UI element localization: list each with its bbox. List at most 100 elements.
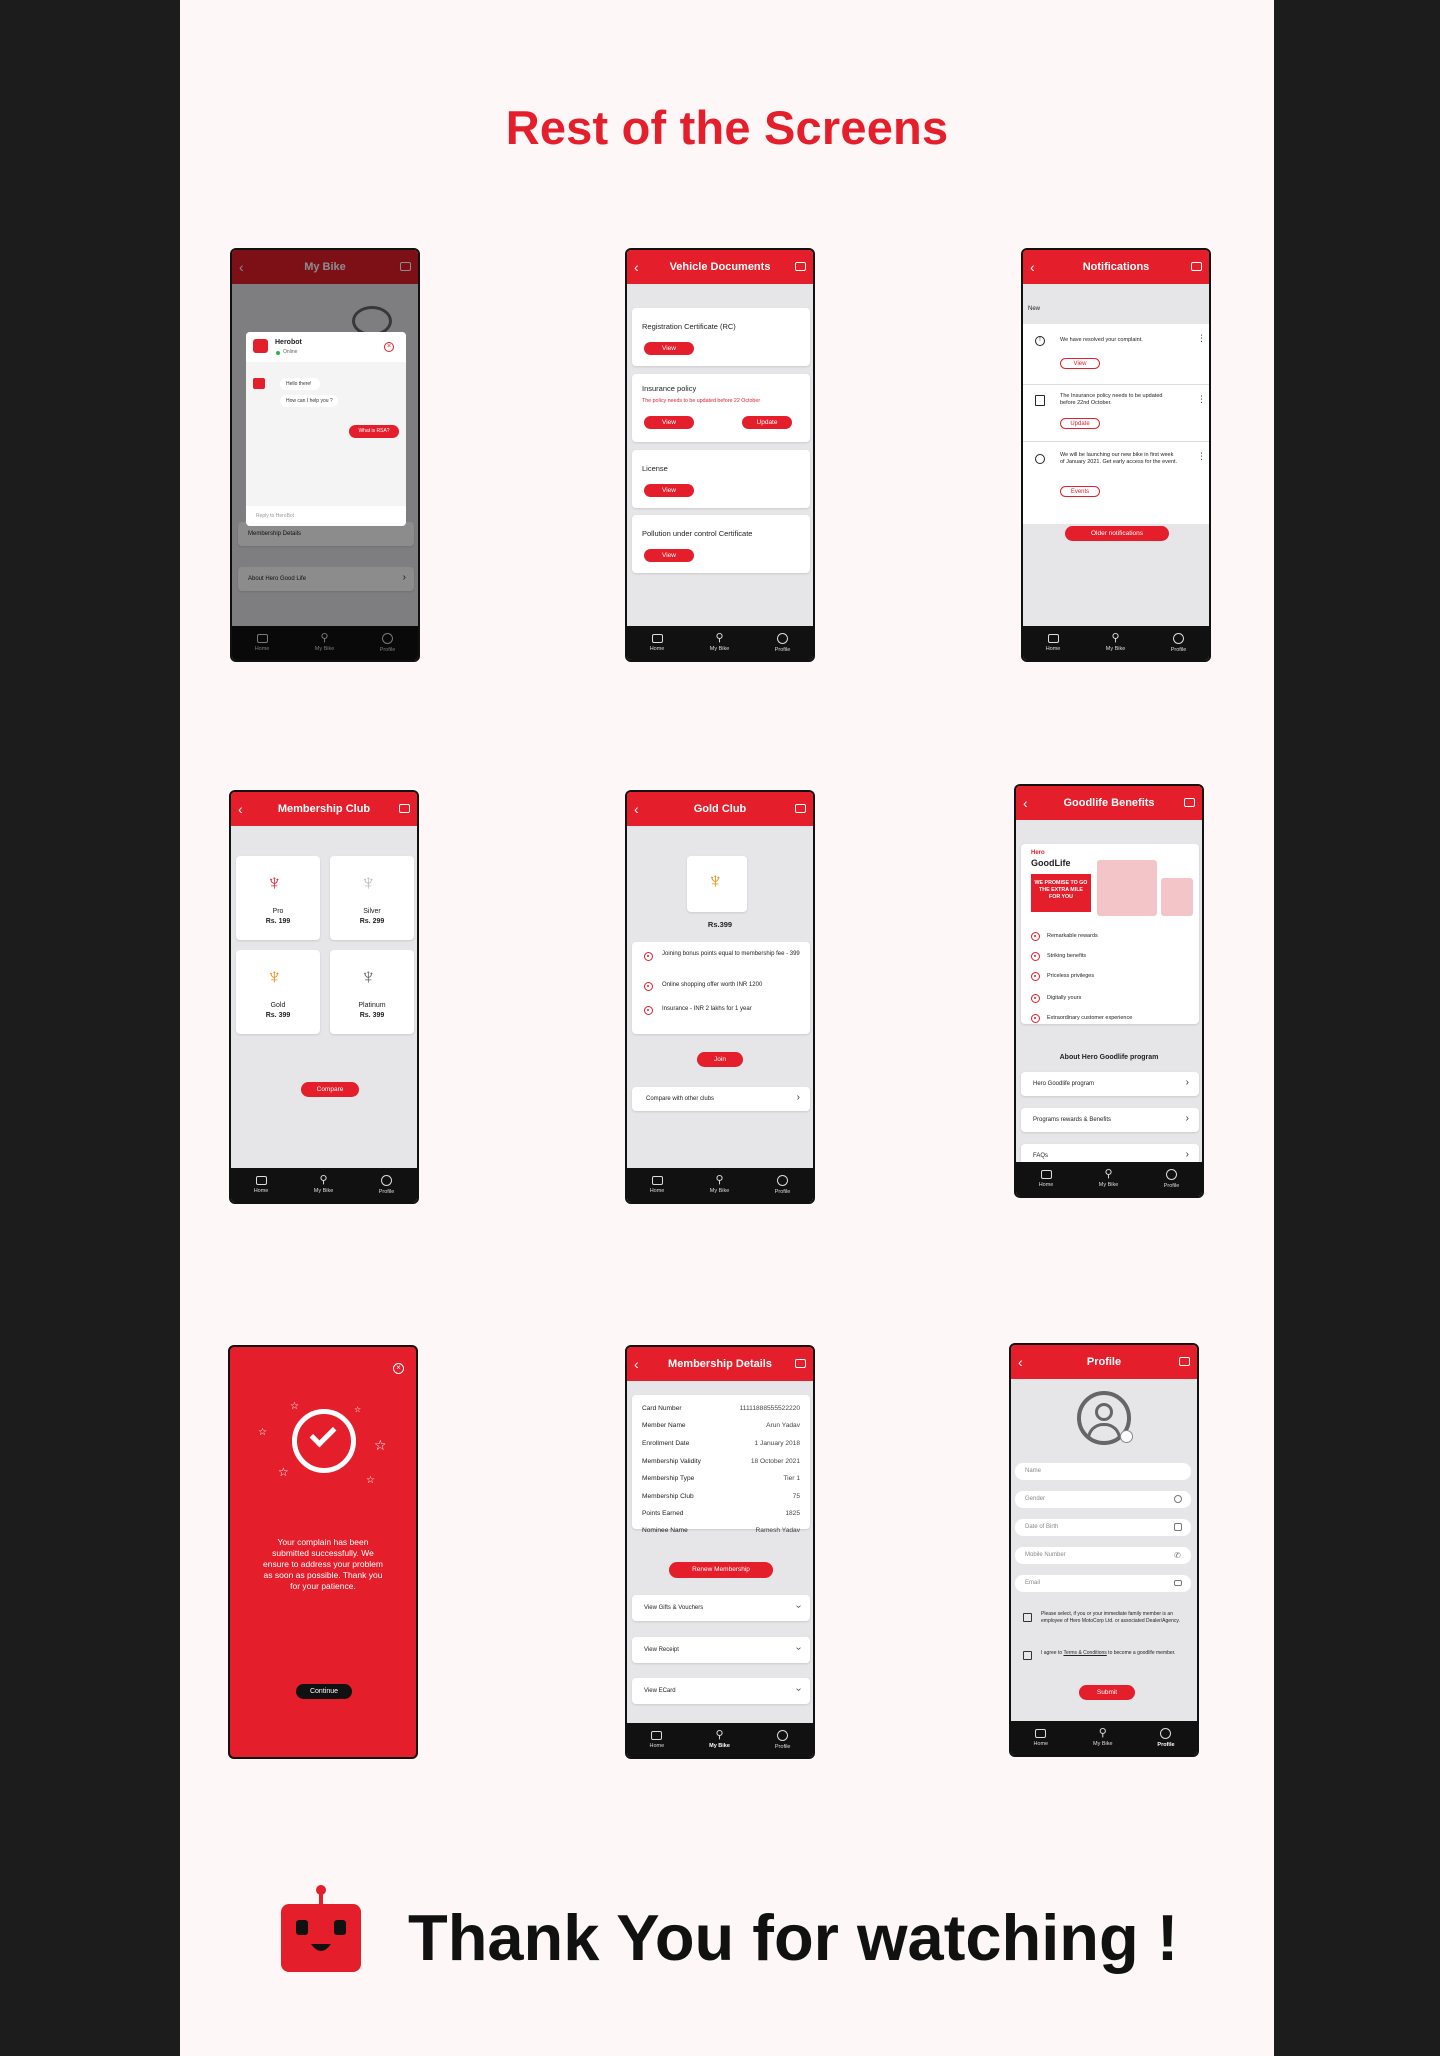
view-button[interactable]: View bbox=[644, 549, 694, 562]
notification-item[interactable]: ! We have resolved your complaint. View … bbox=[1023, 324, 1209, 384]
nav-home[interactable]: Home bbox=[649, 1731, 664, 1749]
event-icon bbox=[1035, 454, 1045, 464]
dob-field[interactable]: Date of Birth bbox=[1015, 1519, 1191, 1536]
nav-home[interactable]: Home bbox=[254, 1176, 268, 1194]
screen-title: Gold Club bbox=[693, 803, 747, 815]
nav-my-bike[interactable]: ⚲ My Bike bbox=[1099, 1169, 1119, 1189]
nav-my-bike[interactable]: ⚲ My Bike bbox=[709, 1730, 730, 1750]
mobile-field[interactable]: Mobile Number ✆ bbox=[1015, 1547, 1191, 1564]
continue-button[interactable]: Continue bbox=[296, 1684, 352, 1699]
view-button[interactable]: View bbox=[1060, 358, 1100, 369]
compare-clubs-row[interactable]: Compare with other clubs › bbox=[632, 1087, 810, 1111]
chatbot-header: Herobot Online × bbox=[246, 332, 406, 362]
nav-home[interactable]: Home bbox=[1039, 1170, 1053, 1188]
nav-profile[interactable]: Profile bbox=[775, 1175, 790, 1195]
club-card-silver[interactable]: ♆ Silver Rs. 299 bbox=[330, 856, 414, 940]
detail-row: Nominee Name Ramesh Yadav bbox=[642, 1527, 800, 1534]
chat-icon[interactable] bbox=[795, 262, 806, 271]
chat-icon[interactable] bbox=[1184, 798, 1195, 807]
back-icon[interactable]: ‹ bbox=[634, 250, 639, 284]
nav-home[interactable]: Home bbox=[650, 634, 664, 652]
name-field[interactable]: Name bbox=[1015, 1463, 1191, 1480]
nav-home[interactable]: Home bbox=[1033, 1729, 1048, 1747]
terms-checkbox[interactable] bbox=[1023, 1651, 1032, 1660]
view-button[interactable]: View bbox=[644, 342, 694, 355]
home-icon bbox=[651, 634, 663, 643]
nav-profile[interactable]: Profile bbox=[1164, 1169, 1179, 1189]
chat-icon[interactable] bbox=[1179, 1357, 1190, 1366]
email-field[interactable]: Email bbox=[1015, 1575, 1191, 1592]
nav-home[interactable]: Home bbox=[650, 1176, 664, 1194]
benefit-icon bbox=[1031, 1014, 1040, 1023]
screen-title: Membership Details bbox=[668, 1358, 772, 1370]
renew-membership-button[interactable]: Renew Membership bbox=[669, 1562, 773, 1578]
back-icon[interactable]: ‹ bbox=[1030, 250, 1035, 284]
club-card-gold[interactable]: ♆ Gold Rs. 399 bbox=[236, 950, 320, 1034]
close-icon[interactable]: × bbox=[393, 1363, 404, 1374]
back-icon[interactable]: ‹ bbox=[1023, 786, 1028, 820]
bottom-nav: Home ⚲ My Bike Profile bbox=[627, 626, 813, 660]
nav-profile[interactable]: Profile bbox=[775, 1730, 790, 1750]
detail-row: Membership Validity 18 October 2021 bbox=[642, 1458, 800, 1465]
goodlife-program-row[interactable]: Hero Goodlife program › bbox=[1021, 1072, 1199, 1096]
notification-item[interactable]: The Insurance policy needs to be updated… bbox=[1023, 385, 1209, 441]
home-icon bbox=[1047, 634, 1059, 643]
back-icon[interactable]: ‹ bbox=[1018, 1345, 1023, 1379]
nav-home[interactable]: Home bbox=[1046, 634, 1060, 652]
chat-icon[interactable] bbox=[1191, 262, 1202, 271]
view-button[interactable]: View bbox=[644, 416, 694, 429]
more-icon[interactable]: ⋮ bbox=[1197, 334, 1206, 343]
benefit-icon bbox=[644, 982, 653, 991]
robot-mascot-icon bbox=[281, 1885, 361, 1972]
update-button[interactable]: Update bbox=[1060, 418, 1100, 429]
rewards-benefits-row[interactable]: Programs rewards & Benefits › bbox=[1021, 1108, 1199, 1132]
back-icon[interactable]: ‹ bbox=[238, 792, 243, 826]
compare-button[interactable]: Compare bbox=[301, 1082, 359, 1097]
notification-item[interactable]: We will be launching our new bike in fir… bbox=[1023, 442, 1209, 512]
view-button[interactable]: View bbox=[644, 484, 694, 497]
gifts-vouchers-accordion[interactable]: View Gifts & Vouchers › bbox=[632, 1595, 810, 1621]
screen-my-bike-chatbot: ‹ My Bike Membership Details About Hero G… bbox=[230, 248, 420, 662]
benefit-icon bbox=[644, 952, 653, 961]
camera-icon[interactable] bbox=[1120, 1430, 1133, 1443]
nav-my-bike[interactable]: ⚲ My Bike bbox=[1106, 633, 1126, 653]
join-button[interactable]: Join bbox=[697, 1052, 743, 1067]
nav-profile[interactable]: Profile bbox=[379, 1175, 394, 1195]
screen-title: Goodlife Benefits bbox=[1063, 797, 1155, 809]
update-button[interactable]: Update bbox=[742, 416, 792, 429]
close-icon[interactable]: × bbox=[384, 342, 394, 352]
avatar-placeholder-icon[interactable] bbox=[1077, 1391, 1133, 1445]
nav-my-bike[interactable]: ⚲ My Bike bbox=[1093, 1728, 1113, 1748]
nav-profile[interactable]: Profile bbox=[775, 633, 790, 653]
more-icon[interactable]: ⋮ bbox=[1197, 452, 1206, 461]
benefit-icon bbox=[1031, 994, 1040, 1003]
doc-card-rc: Registration Certificate (RC) View bbox=[632, 308, 810, 366]
terms-text: I agree to Terms & Conditions to become … bbox=[1041, 1650, 1176, 1656]
nav-my-bike[interactable]: ⚲ My Bike bbox=[710, 633, 730, 653]
gender-field[interactable]: Gender bbox=[1015, 1491, 1191, 1508]
employee-checkbox[interactable] bbox=[1023, 1613, 1032, 1622]
nav-my-bike[interactable]: ⚲ My Bike bbox=[710, 1175, 730, 1195]
ecard-accordion[interactable]: View ECard › bbox=[632, 1678, 810, 1704]
club-card-platinum[interactable]: ♆ Platinum Rs. 399 bbox=[330, 950, 414, 1034]
chevron-right-icon: › bbox=[1185, 1077, 1189, 1088]
chat-icon[interactable] bbox=[795, 804, 806, 813]
chevron-down-icon: › bbox=[792, 1604, 804, 1609]
chat-icon[interactable] bbox=[399, 804, 410, 813]
submit-button[interactable]: Submit bbox=[1079, 1685, 1135, 1700]
bottom-nav: Home ⚲ My Bike Profile bbox=[627, 1723, 813, 1757]
nav-profile[interactable]: Profile bbox=[1171, 633, 1186, 653]
receipt-accordion[interactable]: View Receipt › bbox=[632, 1637, 810, 1663]
nav-profile[interactable]: Profile bbox=[1157, 1728, 1175, 1748]
chevron-right-icon: › bbox=[796, 1092, 800, 1103]
events-button[interactable]: Events bbox=[1060, 486, 1100, 497]
back-icon[interactable]: ‹ bbox=[634, 1347, 639, 1381]
more-icon[interactable]: ⋮ bbox=[1197, 395, 1206, 404]
nav-my-bike[interactable]: ⚲ My Bike bbox=[314, 1175, 334, 1195]
chat-reply-input[interactable]: Reply to HeroBot bbox=[246, 506, 406, 526]
terms-link[interactable]: Terms & Conditions bbox=[1063, 1650, 1106, 1656]
club-card-pro[interactable]: ♆ Pro Rs. 199 bbox=[236, 856, 320, 940]
chat-icon[interactable] bbox=[795, 1359, 806, 1368]
back-icon[interactable]: ‹ bbox=[634, 792, 639, 826]
older-notifications-button[interactable]: Older notifications bbox=[1065, 526, 1169, 541]
